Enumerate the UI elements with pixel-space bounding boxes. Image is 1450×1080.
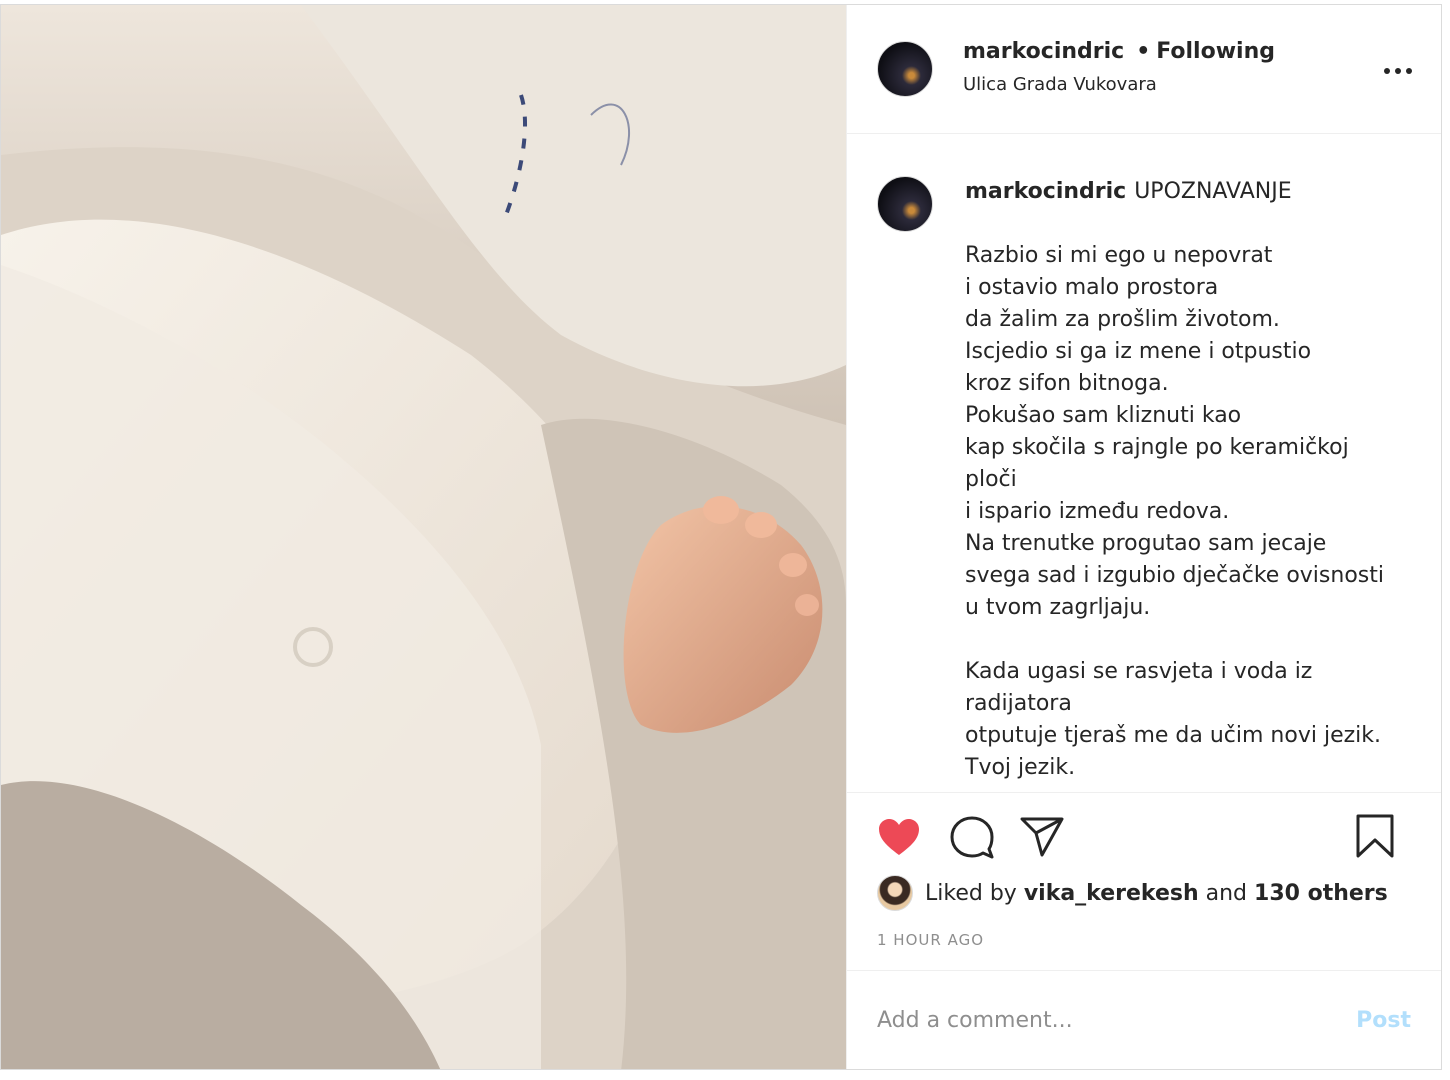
baby-photo-illustration [1, 5, 846, 1069]
caption-section: markocindric UPOZNAVANJE Razbio si mi ego… [847, 134, 1441, 792]
liker-avatar[interactable] [877, 875, 913, 911]
author-avatar[interactable] [877, 41, 933, 97]
location-link[interactable]: Ulica Grada Vukovara [963, 74, 1275, 95]
comment-input[interactable] [877, 1007, 1317, 1033]
post-header: markocindric • Following Ulica Grada Vuk… [847, 5, 1441, 134]
separator-dot: • [1136, 39, 1151, 64]
header-line: markocindric • Following [963, 39, 1275, 64]
save-bookmark-icon[interactable] [1355, 813, 1395, 859]
liked-by-prefix: Liked by [925, 880, 1017, 906]
author-username[interactable]: markocindric [963, 39, 1124, 64]
post-dialog: markocindric • Following Ulica Grada Vuk… [0, 4, 1442, 1070]
caption-row: markocindric UPOZNAVANJE Razbio si mi ego… [877, 176, 1411, 784]
comment-box: Post [847, 970, 1441, 1069]
post-sidebar: markocindric • Following Ulica Grada Vuk… [846, 5, 1441, 1069]
actions-section: Liked by vika_kerekesh and 130 others 1 … [847, 792, 1441, 970]
header-text: markocindric • Following Ulica Grada Vuk… [963, 39, 1275, 95]
caption-body: markocindric UPOZNAVANJE Razbio si mi ego… [965, 176, 1384, 784]
liked-and: and [1205, 880, 1248, 906]
likes-summary: Liked by vika_kerekesh and 130 others [877, 875, 1411, 911]
likes-others-link[interactable]: 130 others [1254, 881, 1388, 906]
caption-author-avatar[interactable] [877, 176, 933, 232]
caption-text: Razbio si mi ego u nepovrat i ostavio ma… [965, 243, 1384, 780]
caption-head: markocindric UPOZNAVANJE [965, 176, 1384, 208]
liker-username[interactable]: vika_kerekesh [1024, 881, 1199, 906]
more-options-icon[interactable] [1383, 57, 1413, 77]
share-paper-plane-icon[interactable] [1019, 816, 1065, 858]
post-comment-button[interactable]: Post [1356, 1008, 1411, 1033]
post-photo[interactable] [1, 5, 846, 1069]
action-icons [877, 813, 1411, 861]
following-button[interactable]: Following [1156, 39, 1275, 64]
post-timestamp[interactable]: 1 HOUR AGO [877, 931, 1411, 949]
caption-title: UPOZNAVANJE [1134, 179, 1292, 204]
comment-bubble-icon[interactable] [949, 815, 995, 859]
caption-username[interactable]: markocindric [965, 179, 1126, 204]
like-heart-icon[interactable] [877, 817, 921, 857]
